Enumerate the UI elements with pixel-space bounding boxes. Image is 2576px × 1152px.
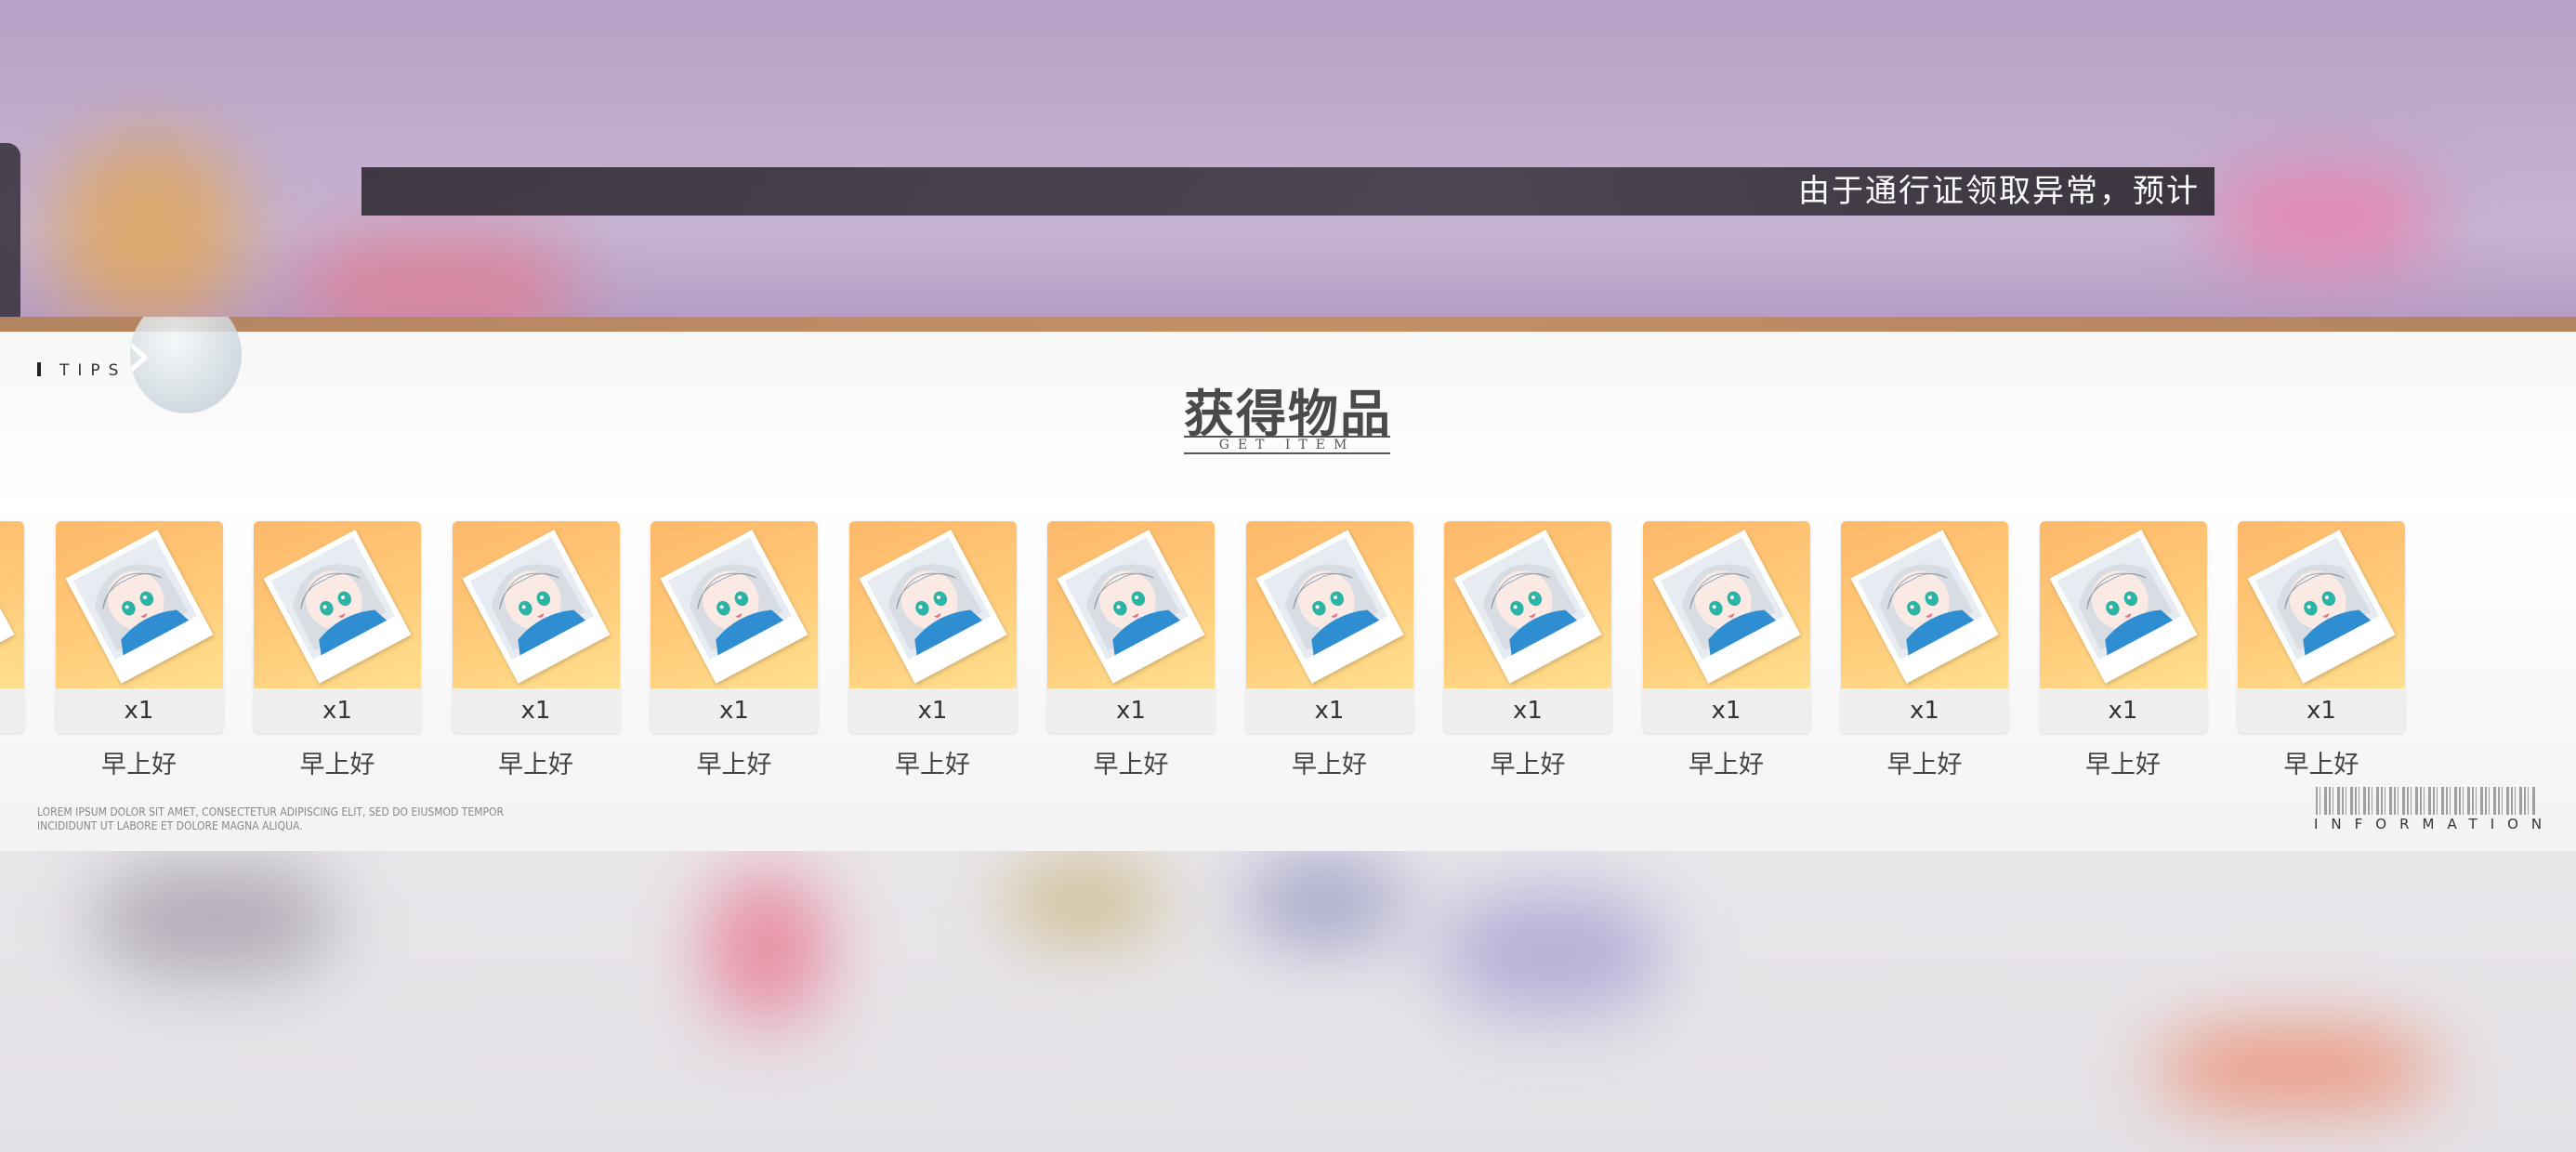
- reward-item-card[interactable]: x1: [55, 521, 223, 733]
- reward-item-quantity: x1: [2108, 697, 2138, 725]
- reward-item-quantity: x1: [1711, 697, 1741, 725]
- reward-item-list: x1 早上好 x1 早上好 x1 早上好 x1 早上好 x1 早上好 x1 早上…: [0, 317, 2576, 851]
- reward-item-name: 早上好: [101, 751, 177, 779]
- reward-item[interactable]: x1 早上好: [651, 521, 818, 780]
- reward-item-name: 早上好: [1292, 751, 1367, 779]
- reward-item-quantity: x1: [520, 697, 551, 725]
- reward-item-name: 早上好: [895, 751, 970, 779]
- reward-item[interactable]: x1 早上好: [1047, 521, 1215, 780]
- reward-item-name: 早上好: [1093, 751, 1169, 779]
- reward-item-image: [1444, 521, 1611, 688]
- reward-item-image: [452, 521, 620, 688]
- reward-item-image: [55, 521, 223, 688]
- marquee-text: 由于通行证领取异常，预计: [1798, 173, 2200, 210]
- reward-item-quantity: x1: [124, 697, 154, 725]
- reward-item[interactable]: x1 早上好: [0, 521, 24, 780]
- reward-item-quantity: x1: [917, 697, 948, 725]
- reward-item-quantity: x1: [1116, 697, 1146, 725]
- reward-item-card[interactable]: x1: [0, 521, 24, 733]
- reward-item-quantity: x1: [719, 697, 749, 725]
- reward-item[interactable]: x1 早上好: [55, 521, 223, 780]
- reward-item[interactable]: x1 早上好: [1444, 521, 1611, 780]
- reward-item-image: [651, 521, 818, 688]
- anime-character-photo-icon: [660, 530, 808, 684]
- reward-item-card[interactable]: x1: [1047, 521, 1215, 733]
- anime-character-photo-icon: [0, 530, 15, 684]
- reward-item-name: 早上好: [1886, 751, 1963, 779]
- reward-item-image: [1841, 521, 2008, 688]
- reward-item[interactable]: x1 早上好: [2039, 521, 2207, 780]
- reward-item-card[interactable]: x1: [1245, 521, 1413, 733]
- footer-information-label: INFORMATION: [2314, 816, 2556, 832]
- reward-item-name: 早上好: [0, 744, 24, 780]
- reward-item-name: 早上好: [2085, 751, 2161, 779]
- reward-item[interactable]: x1 早上好: [1642, 521, 1810, 780]
- reward-item-quantity: x1: [0, 688, 24, 733]
- reward-item[interactable]: x1 早上好: [452, 521, 620, 780]
- reward-item[interactable]: x1 早上好: [254, 521, 421, 780]
- reward-item-name: 早上好: [1689, 751, 1764, 779]
- reward-item[interactable]: x1 早上好: [1841, 521, 2008, 780]
- reward-item-quantity: x1: [2307, 697, 2336, 725]
- reward-item-card[interactable]: x1: [1841, 521, 2008, 733]
- marquee-notice-bar: 由于通行证领取异常，预计: [361, 167, 2215, 216]
- anime-character-photo-icon: [263, 530, 412, 684]
- reward-item-card[interactable]: x1: [848, 521, 1017, 733]
- anime-character-photo-icon: [1255, 530, 1403, 684]
- anime-character-photo-icon: [2049, 530, 2197, 684]
- reward-item-name: 早上好: [2283, 751, 2359, 779]
- reward-item-name: 早上好: [1490, 751, 1566, 779]
- reward-item-name: 早上好: [498, 751, 573, 779]
- anime-character-photo-icon: [462, 530, 610, 684]
- reward-item[interactable]: x1 早上好: [848, 521, 1017, 780]
- reward-item-image: [1047, 521, 1215, 688]
- reward-item-quantity: x1: [1513, 697, 1543, 725]
- reward-item-image: [1245, 521, 1413, 688]
- reward-item-image: [2238, 521, 2405, 688]
- reward-item-card[interactable]: x1: [1444, 521, 1611, 733]
- reward-item[interactable]: x1 早上好: [1245, 521, 1413, 780]
- reward-item-name: 早上好: [299, 751, 375, 779]
- reward-panel: › TIPS 获得物品 GET ITEM x1 早上好 x1 早上好 x1 早上…: [0, 317, 2576, 851]
- anime-character-photo-icon: [65, 530, 213, 684]
- reward-item-image: [254, 521, 421, 688]
- anime-character-photo-icon: [2247, 530, 2396, 684]
- reward-item-name: 早上好: [696, 751, 772, 779]
- footer-lorem-text: LOREM IPSUM DOLOR SIT AMET, CONSECTETUR …: [37, 805, 505, 832]
- reward-item-quantity: x1: [322, 697, 352, 725]
- reward-item[interactable]: x1 早上好: [2238, 521, 2405, 780]
- reward-item-image: [0, 521, 24, 688]
- anime-character-photo-icon: [1057, 530, 1205, 684]
- anime-character-photo-icon: [1652, 530, 1800, 684]
- reward-item-card[interactable]: x1: [254, 521, 421, 733]
- reward-item-card[interactable]: x1: [651, 521, 818, 733]
- anime-character-photo-icon: [1453, 530, 1602, 684]
- barcode-decoration: [2316, 787, 2535, 815]
- reward-item-card[interactable]: x1: [452, 521, 620, 733]
- reward-item-quantity: x1: [1910, 697, 1939, 725]
- reward-item-quantity: x1: [1314, 697, 1345, 725]
- reward-item-card[interactable]: x1: [2039, 521, 2207, 733]
- reward-item-card[interactable]: x1: [1642, 521, 1810, 733]
- reward-item-image: [2039, 521, 2207, 688]
- reward-item-card[interactable]: x1: [2238, 521, 2405, 733]
- anime-character-photo-icon: [1850, 530, 1999, 684]
- reward-item-image: [848, 521, 1017, 688]
- reward-item-image: [1642, 521, 1810, 688]
- anime-character-photo-icon: [859, 530, 1006, 684]
